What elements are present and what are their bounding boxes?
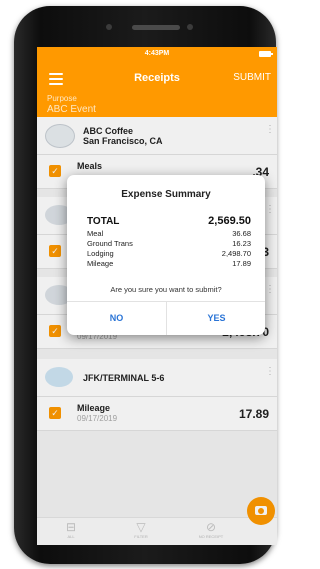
yes-button[interactable]: YES — [167, 302, 266, 335]
summary-line-label: Lodging — [87, 249, 114, 258]
phone-sensor — [106, 24, 112, 30]
summary-line-label: Ground Trans — [87, 239, 133, 248]
app-screen: 4:43PM Receipts SUBMIT Purpose ABC Event… — [37, 47, 277, 545]
status-time: 4:43PM — [144, 50, 170, 57]
summary-line-value: 16.23 — [232, 239, 251, 248]
confirm-question: Are you sure you want to submit? — [110, 285, 222, 294]
phone-camera — [187, 24, 193, 30]
phone-frame: 4:43PM Receipts SUBMIT Purpose ABC Event… — [14, 6, 277, 564]
purpose-label: Purpose — [47, 94, 77, 103]
summary-line-label: Mileage — [87, 259, 114, 268]
summary-line-lodging: Lodging 2,498.70 — [87, 249, 251, 259]
summary-line-value: 2,498.70 — [221, 249, 251, 258]
purpose-value[interactable]: ABC Event — [47, 104, 96, 115]
battery-icon — [259, 51, 273, 57]
total-value: 2,569.50 — [208, 215, 251, 227]
dialog-title: Expense Summary — [121, 189, 211, 200]
app-header: 4:43PM Receipts SUBMIT Purpose ABC Event — [37, 47, 277, 117]
summary-line-label: Meal — [87, 229, 104, 238]
summary-line-meal: Meal 36.68 — [87, 229, 251, 239]
summary-line-mileage: Mileage 17.89 — [87, 259, 251, 269]
phone-speaker — [132, 25, 180, 30]
summary-line-value: 36.68 — [232, 229, 251, 238]
total-label: TOTAL — [87, 216, 120, 227]
no-button[interactable]: NO — [67, 302, 166, 335]
summary-line-value: 17.89 — [232, 259, 251, 268]
expense-summary-dialog: Expense Summary TOTAL 2,569.50 Meal 36.6… — [67, 175, 265, 335]
submit-button[interactable]: SUBMIT — [233, 72, 271, 83]
summary-line-ground-trans: Ground Trans 16.23 — [87, 239, 251, 249]
